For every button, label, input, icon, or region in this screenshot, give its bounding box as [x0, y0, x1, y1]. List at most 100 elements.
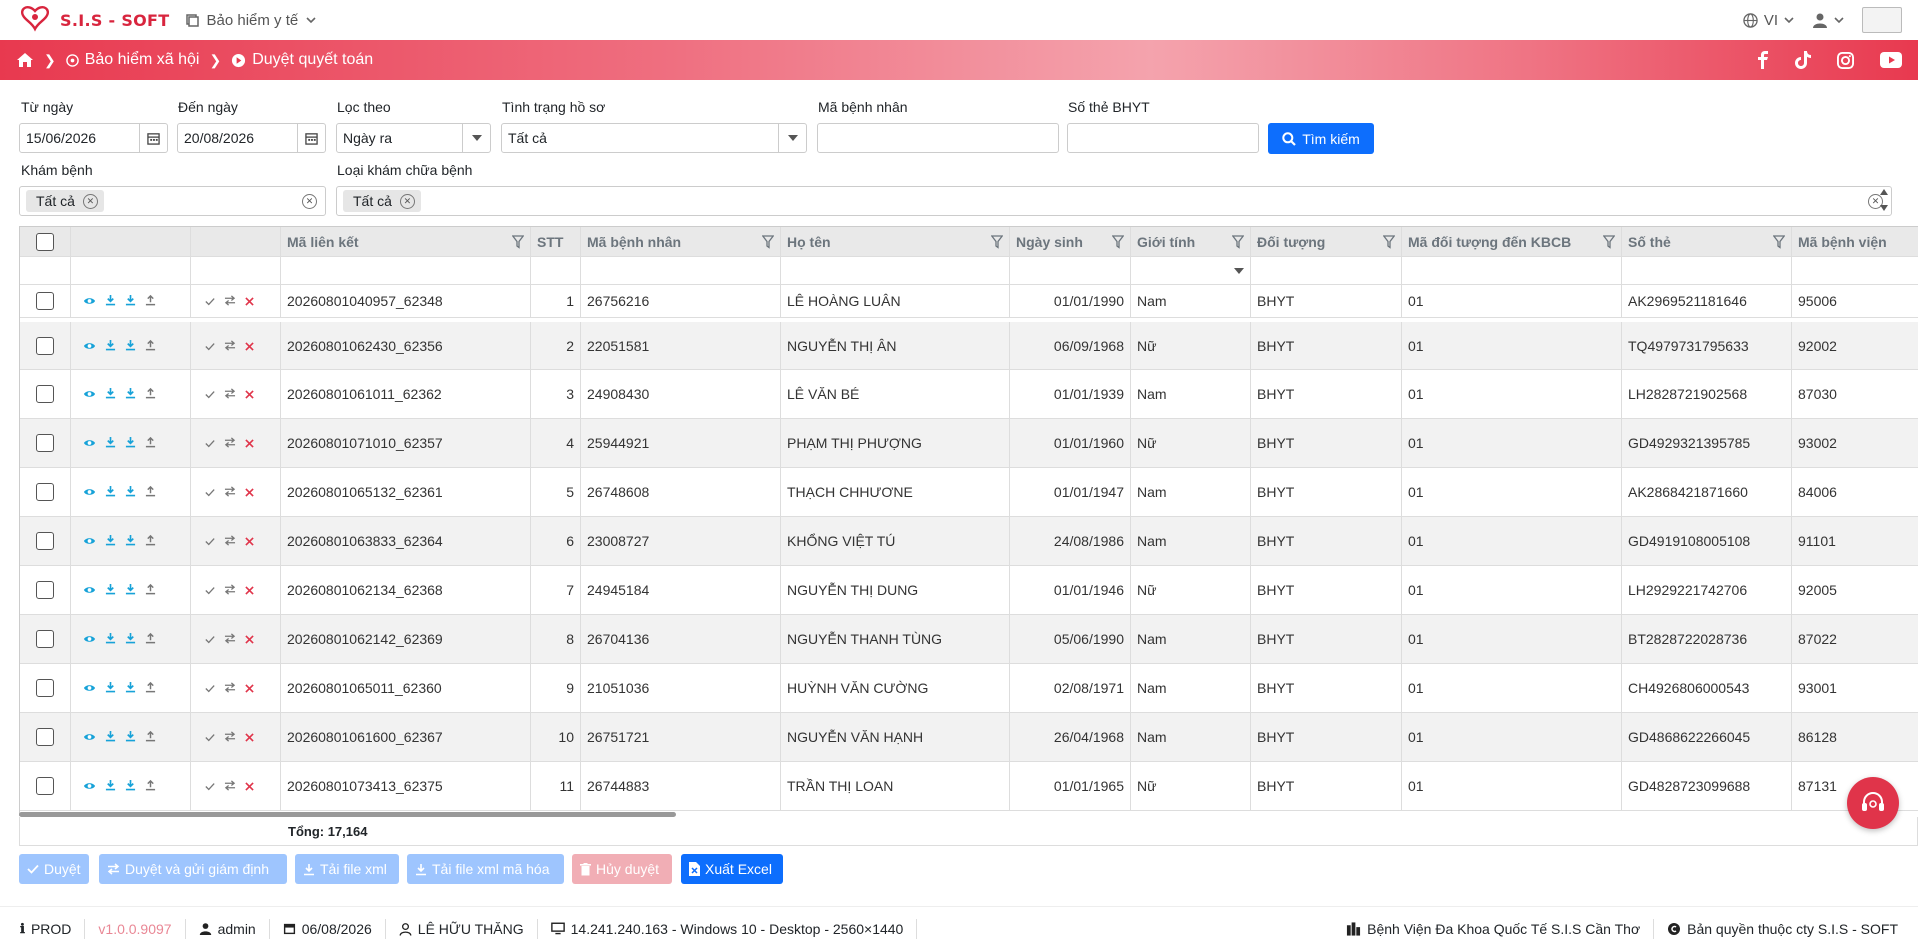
upload-icon[interactable] [145, 293, 156, 309]
filter-card[interactable] [1622, 257, 1792, 285]
filter-by-select[interactable]: Ngày ra [336, 123, 491, 153]
check-icon[interactable] [205, 386, 215, 402]
cancel-approval-button[interactable]: Hủy duyệt [572, 854, 672, 884]
table-row[interactable]: 20260801061011_62362 3 24908430 LÊ VĂN BÉ 01… [20, 370, 1918, 419]
download-encrypted-xml-button[interactable]: Tải file xml mã hóa [407, 854, 564, 884]
filter-category-code[interactable] [1402, 257, 1622, 285]
header-card[interactable]: Số thẻ [1622, 227, 1792, 257]
close-icon[interactable] [245, 386, 254, 402]
exam-type-multiselect[interactable]: Tất cả ✕ ✕ [336, 186, 1892, 216]
row-checkbox[interactable] [36, 336, 54, 355]
caret-down-icon[interactable] [462, 124, 490, 152]
close-icon[interactable] [245, 582, 254, 598]
download-icon[interactable] [105, 631, 116, 647]
header-gender[interactable]: Giới tính [1131, 227, 1251, 257]
support-chat-button[interactable] [1847, 777, 1899, 829]
table-row[interactable]: 20260801062134_62368 7 24945184 NGUYỄN THỊ … [20, 566, 1918, 615]
exchange-icon[interactable] [224, 386, 236, 402]
close-icon[interactable] [245, 338, 254, 354]
upload-icon[interactable] [145, 484, 156, 500]
table-row[interactable]: 20260801063833_62364 6 23008727 KHỔNG VIỆT … [20, 517, 1918, 566]
filter-funnel-icon[interactable] [762, 234, 774, 249]
exchange-icon[interactable] [224, 582, 236, 598]
exchange-icon[interactable] [224, 293, 236, 309]
header-hospital-code[interactable]: Mã bệnh viện [1792, 227, 1918, 257]
row-checkbox[interactable] [36, 483, 54, 501]
filter-funnel-icon[interactable] [1603, 234, 1615, 249]
download-icon[interactable] [105, 729, 116, 745]
upload-icon[interactable] [145, 680, 156, 696]
approve-button[interactable]: Duyệt [19, 854, 89, 884]
row-checkbox[interactable] [36, 581, 54, 599]
upload-icon[interactable] [145, 631, 156, 647]
remove-tag-icon[interactable]: ✕ [399, 193, 415, 209]
download-icon[interactable] [125, 680, 136, 696]
table-row[interactable]: 20260801061600_62367 10 26751721 NGUYỄN VĂN… [20, 713, 1918, 762]
check-icon[interactable] [205, 293, 215, 309]
row-checkbox[interactable] [36, 728, 54, 746]
upload-icon[interactable] [145, 778, 156, 794]
download-icon[interactable] [125, 729, 136, 745]
row-checkbox[interactable] [36, 385, 54, 403]
table-row[interactable]: 20260801065132_62361 5 26748608 THẠCH CHHƯƠ… [20, 468, 1918, 517]
header-full-name[interactable]: Họ tên [781, 227, 1010, 257]
filter-category[interactable] [1251, 257, 1402, 285]
remove-tag-icon[interactable]: ✕ [82, 193, 98, 209]
header-link-id[interactable]: Mã liên kết [281, 227, 531, 257]
patient-id-input[interactable] [817, 123, 1059, 153]
filter-dob[interactable] [1010, 257, 1131, 285]
filter-funnel-icon[interactable] [1232, 234, 1244, 249]
card-input[interactable] [1067, 123, 1259, 153]
home-icon[interactable] [16, 52, 34, 68]
calendar-icon[interactable] [139, 124, 167, 152]
check-icon[interactable] [205, 484, 215, 500]
exchange-icon[interactable] [224, 729, 236, 745]
download-icon[interactable] [125, 778, 136, 794]
exchange-icon[interactable] [224, 484, 236, 500]
check-icon[interactable] [205, 582, 215, 598]
filter-hospital-code[interactable] [1792, 257, 1918, 285]
to-date-field[interactable]: 20/08/2026 [177, 123, 326, 153]
eye-icon[interactable] [83, 338, 96, 354]
filter-funnel-icon[interactable] [1383, 234, 1395, 249]
close-icon[interactable] [245, 293, 254, 309]
download-xml-button[interactable]: Tải file xml [295, 854, 399, 884]
check-icon[interactable] [205, 435, 215, 451]
filter-stt[interactable] [531, 257, 581, 285]
exchange-icon[interactable] [224, 533, 236, 549]
table-row[interactable]: 20260801062430_62356 2 22051581 NGUYỄN THỊ … [20, 322, 1918, 370]
download-icon[interactable] [125, 533, 136, 549]
filter-funnel-icon[interactable] [1773, 234, 1785, 249]
caret-down-icon[interactable] [1234, 267, 1244, 274]
filter-funnel-icon[interactable] [512, 234, 524, 249]
youtube-icon[interactable] [1880, 52, 1902, 68]
download-icon[interactable] [105, 582, 116, 598]
caret-down-icon[interactable] [778, 124, 806, 152]
close-icon[interactable] [245, 484, 254, 500]
download-icon[interactable] [125, 293, 136, 309]
module-selector[interactable]: Bảo hiểm y tế [185, 12, 317, 29]
close-icon[interactable] [245, 729, 254, 745]
row-checkbox[interactable] [36, 630, 54, 648]
header-category[interactable]: Đối tượng [1251, 227, 1402, 257]
header-patient-id[interactable]: Mã bệnh nhân [581, 227, 781, 257]
table-row[interactable]: 20260801071010_62357 4 25944921 PHẠM THỊ PH… [20, 419, 1918, 468]
exam-multiselect[interactable]: Tất cả ✕ ✕ [19, 186, 326, 216]
table-row[interactable]: 20260801065011_62360 9 21051036 HUỲNH VĂN C… [20, 664, 1918, 713]
eye-icon[interactable] [83, 582, 96, 598]
download-icon[interactable] [105, 778, 116, 794]
header-stt[interactable]: STT [531, 227, 581, 257]
exchange-icon[interactable] [224, 680, 236, 696]
download-icon[interactable] [105, 680, 116, 696]
search-button[interactable]: Tìm kiếm [1268, 123, 1374, 154]
eye-icon[interactable] [83, 533, 96, 549]
filter-patient-id[interactable] [581, 257, 781, 285]
upload-icon[interactable] [145, 338, 156, 354]
row-checkbox[interactable] [36, 434, 54, 452]
app-logo[interactable]: S.I.S - SOFT [16, 5, 170, 35]
eye-icon[interactable] [83, 293, 96, 309]
check-icon[interactable] [205, 778, 215, 794]
download-icon[interactable] [105, 435, 116, 451]
eye-icon[interactable] [83, 435, 96, 451]
approve-and-send-button[interactable]: Duyệt và gửi giám định [99, 854, 287, 884]
